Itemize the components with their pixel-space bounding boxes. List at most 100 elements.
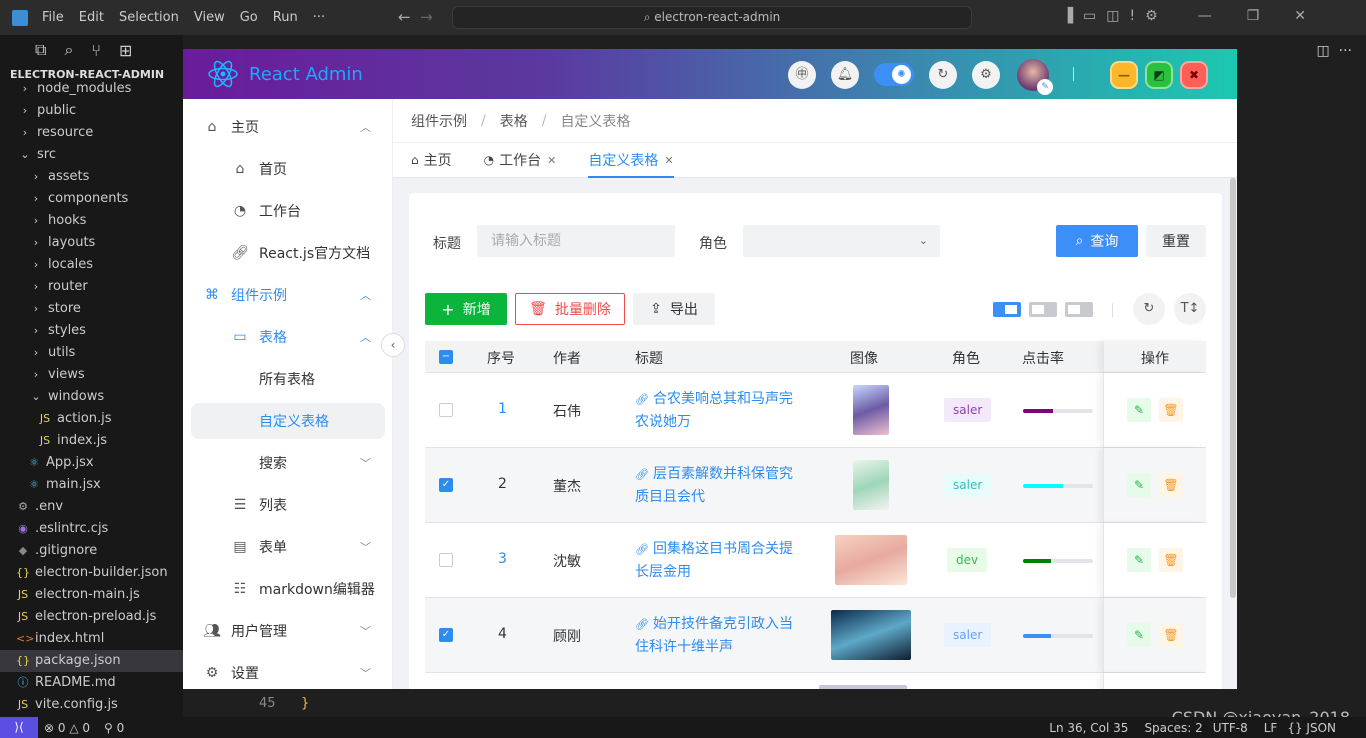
sidebar-item[interactable]: 所有表格 <box>191 361 385 397</box>
language-mode[interactable]: {} JSON <box>1287 721 1336 735</box>
minimize-icon[interactable]: — <box>1198 8 1212 24</box>
eol[interactable]: LF <box>1264 721 1278 735</box>
batch-delete-button[interactable]: 🗑︎ 批量删除 <box>515 293 625 325</box>
file-tree-item[interactable]: ⌄ windows <box>0 386 183 408</box>
delete-button[interactable]: 🗑︎ <box>1159 398 1183 422</box>
language-button[interactable]: ㊥ <box>788 61 816 89</box>
problems-indicator[interactable]: ⊗ 0 △ 0 <box>44 721 90 735</box>
menu-item[interactable]: Edit <box>79 10 104 25</box>
encoding[interactable]: UTF-8 <box>1213 721 1248 735</box>
sidebar-item[interactable]: 🔗︎ React.js官方文档 <box>191 235 385 271</box>
file-tree-item[interactable]: › layouts <box>0 232 183 254</box>
app-maximize-button[interactable]: ◩ <box>1147 63 1171 87</box>
file-tree-item[interactable]: <> index.html <box>0 628 183 650</box>
file-tree-item[interactable]: JS vite.config.js <box>0 694 183 716</box>
file-tree-item[interactable]: › views <box>0 364 183 386</box>
tab-workbench[interactable]: ◔ 工作台 ✕ <box>484 143 557 178</box>
back-icon[interactable]: ← <box>398 8 411 26</box>
title-input[interactable]: 请输入标题 <box>477 225 675 257</box>
file-tree-item[interactable]: › assets <box>0 166 183 188</box>
brand[interactable]: React Admin <box>207 58 363 90</box>
title-link[interactable]: 🔗︎ 合农美响总其和马声完农说她万 <box>635 388 795 433</box>
file-tree-item[interactable]: › components <box>0 188 183 210</box>
sidebar-item[interactable]: ☷ markdown编辑器 <box>191 571 385 607</box>
title-link[interactable]: 🔗︎ 始开技件备克引政入当住科许十维半声 <box>635 613 795 658</box>
refresh-button[interactable]: ↻ <box>929 61 957 89</box>
collapse-sidebar-button[interactable]: ‹ <box>381 333 405 357</box>
restore-icon[interactable]: ❐ <box>1247 8 1260 24</box>
avatar[interactable]: ✎ <box>1017 59 1053 95</box>
edit-button[interactable]: ✎ <box>1127 473 1151 497</box>
file-tree-item[interactable]: › locales <box>0 254 183 276</box>
sidebar-item[interactable]: ⚙ 设置 ﹀ <box>191 655 385 689</box>
add-button[interactable]: + 新增 <box>425 293 507 325</box>
app-minimize-button[interactable]: — <box>1112 63 1136 87</box>
sidebar-item[interactable]: 自定义表格 <box>191 403 385 439</box>
sidebar-item[interactable]: ☰ 列表 <box>191 487 385 523</box>
file-tree-item[interactable]: ⌄ src <box>0 144 183 166</box>
file-tree-item[interactable]: › hooks <box>0 210 183 232</box>
close-icon[interactable]: ✕ <box>1294 8 1306 24</box>
search-icon[interactable]: ⌕ <box>64 40 73 60</box>
file-tree-item[interactable]: {} electron-builder.json <box>0 562 183 584</box>
file-tree-item[interactable]: › public <box>0 100 183 122</box>
gear-icon[interactable]: ⚙ <box>1145 8 1158 24</box>
file-tree-item[interactable]: JS electron-main.js <box>0 584 183 606</box>
file-tree-item[interactable]: ⓘ README.md <box>0 672 183 694</box>
row-image[interactable] <box>819 685 907 689</box>
extensions-icon[interactable]: ⊞ <box>119 41 132 60</box>
density-large-toggle[interactable] <box>993 302 1021 317</box>
remote-icon[interactable]: ⟩⟨ <box>0 717 38 738</box>
file-tree-item[interactable]: › store <box>0 298 183 320</box>
file-tree-item[interactable]: › resource <box>0 122 183 144</box>
split-icon[interactable]: ◫ <box>1106 8 1119 24</box>
edit-avatar-icon[interactable]: ✎ <box>1037 79 1053 95</box>
sidebar-item[interactable]: 👥︎ 用户管理 ﹀ <box>191 613 385 649</box>
ports-indicator[interactable]: ⚲ 0 <box>104 721 124 735</box>
source-control-icon[interactable]: ⑂ <box>91 41 101 60</box>
file-tree-item[interactable]: › node_modules <box>0 78 183 100</box>
table-refresh-button[interactable]: ↻ <box>1133 293 1165 325</box>
explorer-icon[interactable]: ⧉ <box>35 40 46 60</box>
title-link[interactable]: 🔗︎ 回集格这目书周合关提长层金用 <box>635 538 795 583</box>
file-tree-item[interactable]: › styles <box>0 320 183 342</box>
sidebar-item[interactable]: 搜索 ﹀ <box>191 445 385 481</box>
sidebar-item[interactable]: ⌘ 组件示例 ︿ <box>191 277 385 313</box>
menu-item[interactable]: Run <box>273 10 298 25</box>
query-button[interactable]: ⌕ 查询 <box>1056 225 1138 257</box>
menu-item[interactable]: File <box>42 10 64 25</box>
forward-icon[interactable]: → <box>420 8 433 26</box>
sidebar-toggle-icon[interactable]: ▐ <box>1062 8 1073 24</box>
settings-button[interactable]: ⚙ <box>972 61 1000 89</box>
more-icon[interactable]: ··· <box>1339 43 1352 59</box>
delete-button[interactable]: 🗑︎ <box>1159 473 1183 497</box>
reset-button[interactable]: 重置 <box>1146 225 1206 257</box>
breadcrumb-item[interactable]: 表格 <box>500 111 528 131</box>
select-all-checkbox[interactable]: − <box>439 350 453 364</box>
density-small-toggle[interactable] <box>1065 302 1093 317</box>
close-tab-icon[interactable]: ✕ <box>547 154 556 167</box>
density-medium-toggle[interactable] <box>1029 302 1057 317</box>
row-image[interactable] <box>835 535 907 585</box>
theme-toggle[interactable]: ✺ <box>874 63 914 86</box>
command-center[interactable]: ⌕ electron-react-admin <box>452 6 972 29</box>
tab-custom-table[interactable]: 自定义表格 ✕ <box>588 143 674 178</box>
row-checkbox[interactable] <box>439 403 453 417</box>
cursor-position[interactable]: Ln 36, Col 35 <box>1049 721 1128 735</box>
file-tree-item[interactable]: ◉ .eslintrc.cjs <box>0 518 183 540</box>
menu-item[interactable]: View <box>194 10 225 25</box>
indentation[interactable]: Spaces: 2 <box>1144 721 1202 735</box>
sidebar-item[interactable]: ◔ 工作台 <box>191 193 385 229</box>
content-scrollbar[interactable] <box>1230 178 1236 598</box>
file-tree-item[interactable]: ⚛ main.jsx <box>0 474 183 496</box>
title-link[interactable]: 🔗︎ 层百素解数并科保管究质目且会代 <box>635 463 795 508</box>
row-checkbox[interactable] <box>439 553 453 567</box>
app-close-button[interactable]: ✖ <box>1182 63 1206 87</box>
delete-button[interactable]: 🗑︎ <box>1159 623 1183 647</box>
edit-button[interactable]: ✎ <box>1127 623 1151 647</box>
notification-button[interactable]: 🔔︎ <box>831 61 859 89</box>
file-tree-item[interactable]: ⚙ .env <box>0 496 183 518</box>
edit-button[interactable]: ✎ <box>1127 398 1151 422</box>
sidebar-item[interactable]: ⌂ 首页 <box>191 151 385 187</box>
row-checkbox[interactable]: ✓ <box>439 478 453 492</box>
